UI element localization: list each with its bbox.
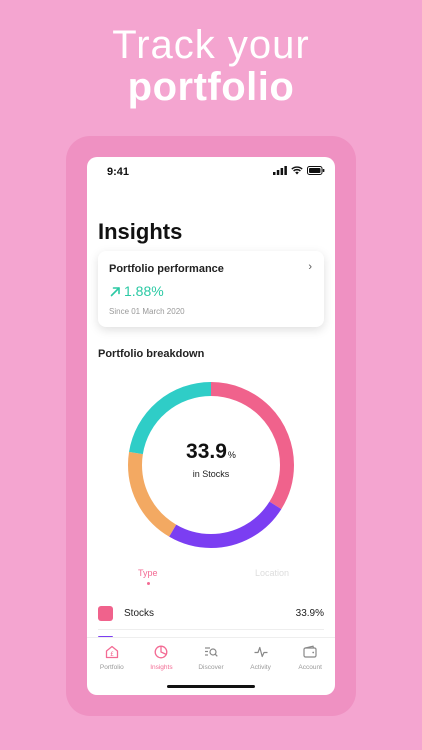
wallet-icon — [303, 645, 317, 658]
donut-unit: % — [227, 450, 236, 460]
tab-active-indicator — [147, 582, 150, 585]
home-indicator — [167, 685, 255, 688]
performance-card[interactable]: Portfolio performance › 1.88% Since 01 M… — [98, 251, 324, 327]
legend-swatch — [98, 606, 113, 621]
nav-label-activity: Activity — [250, 664, 271, 671]
nav-label-portfolio: Portfolio — [99, 664, 124, 671]
wifi-icon — [291, 166, 303, 175]
nav-insights[interactable]: Insights — [137, 638, 187, 677]
status-icons — [273, 166, 325, 175]
search-list-icon — [204, 647, 218, 657]
nav-portfolio[interactable]: £ Portfolio — [87, 638, 137, 677]
nav-account[interactable]: Account — [285, 638, 335, 677]
nav-label-account: Account — [298, 664, 322, 671]
nav-activity[interactable]: Activity — [236, 638, 286, 677]
tab-location[interactable]: Location — [255, 568, 289, 578]
headline: Track your portfolio — [0, 24, 422, 108]
nav-discover[interactable]: Discover — [186, 638, 236, 677]
battery-icon — [307, 166, 325, 175]
headline-line-1: Track your — [112, 23, 310, 67]
nav-label-insights: Insights — [150, 664, 173, 671]
pulse-icon — [254, 646, 268, 658]
donut-caption: in Stocks — [192, 469, 230, 479]
legend-label: Stocks — [124, 608, 155, 619]
bottom-nav: £ Portfolio Insights Discover Activity A… — [87, 637, 335, 677]
home-pound-icon: £ — [105, 645, 118, 659]
legend-divider — [98, 629, 324, 630]
breakdown-donut: 33.9% in Stocks — [123, 377, 299, 553]
donut-center: 33.9% in Stocks — [123, 440, 299, 479]
svg-text:£: £ — [110, 651, 114, 658]
pie-chart-icon — [154, 645, 168, 659]
performance-title: Portfolio performance — [109, 263, 224, 275]
legend-value: 33.9% — [295, 608, 324, 619]
phone-screen: 9:41 Insights Portfolio performance › 1.… — [87, 157, 335, 695]
performance-since: Since 01 March 2020 — [109, 307, 185, 316]
status-time: 9:41 — [107, 166, 130, 178]
breakdown-title: Portfolio breakdown — [98, 348, 205, 360]
nav-label-discover: Discover — [198, 664, 224, 671]
donut-value: 33.9 — [186, 440, 227, 463]
page-title: Insights — [98, 219, 183, 244]
headline-line-2: portfolio — [127, 65, 295, 109]
legend-row-stocks: Stocks 33.9% — [87, 604, 335, 624]
status-bar: 9:41 — [87, 157, 335, 185]
performance-value: 1.88% — [124, 283, 164, 299]
tab-type[interactable]: Type — [138, 568, 158, 578]
arrow-up-right-icon — [110, 287, 120, 297]
chevron-right-icon: › — [308, 261, 312, 273]
signal-icon — [273, 166, 287, 175]
